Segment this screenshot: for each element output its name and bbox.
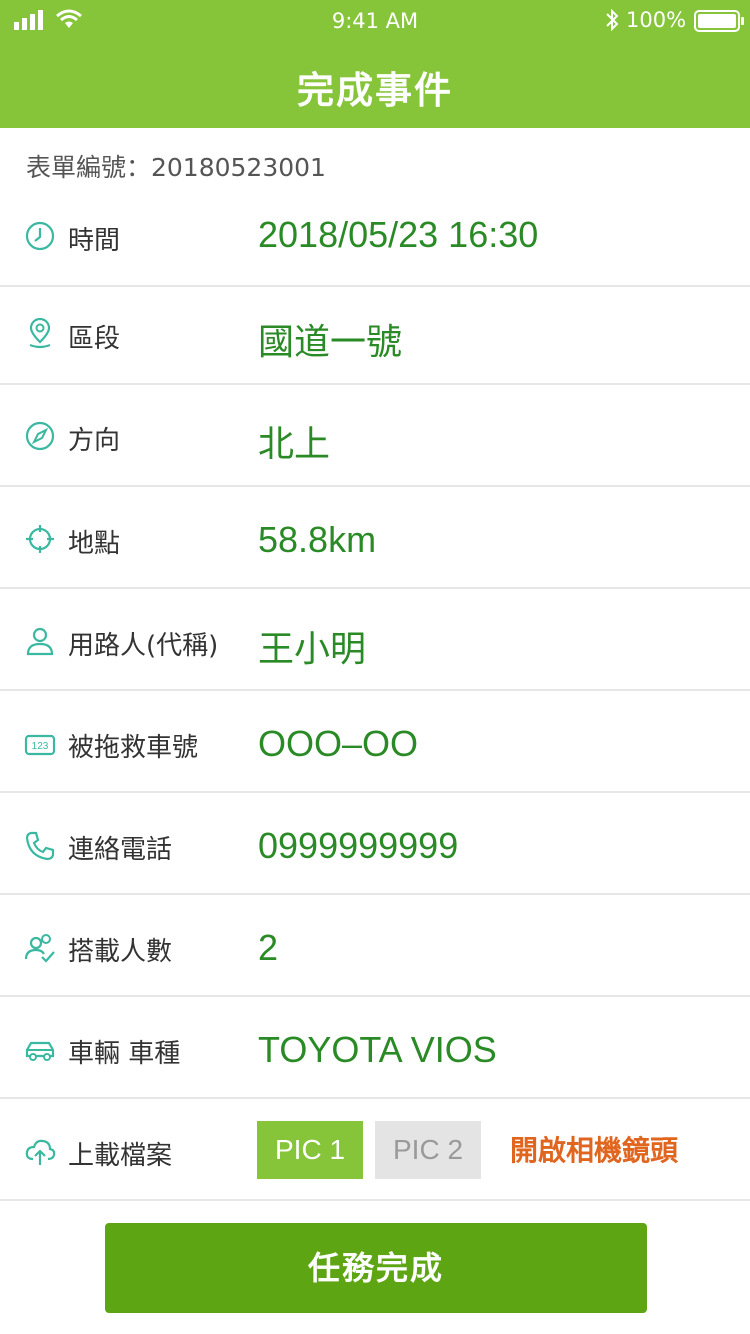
location-pin-icon bbox=[29, 318, 51, 349]
row-label: 搭載人數 bbox=[68, 937, 173, 967]
row-towed-plate[interactable]: 123 被拖救車號 OOO–OO bbox=[0, 691, 750, 793]
battery-percent: 100% bbox=[626, 8, 687, 32]
row-value: TOYOTA VIOS bbox=[258, 1029, 497, 1070]
row-label: 連絡電話 bbox=[68, 835, 173, 865]
plate-123-icon: 123 bbox=[24, 734, 56, 756]
row-label: 用路人(代稱) bbox=[68, 631, 219, 661]
row-label: 車輛 車種 bbox=[68, 1039, 181, 1069]
page-title: 完成事件 bbox=[297, 69, 453, 112]
row-value: 0999999999 bbox=[258, 825, 459, 866]
row-time[interactable]: 時間 2018/05/23 16:30 bbox=[0, 188, 750, 287]
row-label: 上載檔案 bbox=[68, 1141, 173, 1171]
pic1-button[interactable]: PIC 1 bbox=[257, 1121, 363, 1179]
status-bar: 9:41 AM 100% bbox=[0, 0, 750, 40]
row-passengers[interactable]: 搭載人數 2 bbox=[0, 895, 750, 997]
car-icon bbox=[25, 1041, 55, 1061]
battery-icon bbox=[694, 10, 744, 32]
form-number: 表單編號：20180523001 bbox=[26, 153, 326, 182]
row-label: 方向 bbox=[68, 426, 121, 456]
row-vehicle-type[interactable]: 車輛 車種 TOYOTA VIOS bbox=[0, 997, 750, 1099]
row-label: 區段 bbox=[68, 324, 121, 354]
row-value: 王小明 bbox=[258, 628, 367, 669]
row-label: 地點 bbox=[68, 529, 121, 559]
row-value: 58.8km bbox=[258, 519, 377, 560]
svg-text:123: 123 bbox=[32, 741, 49, 752]
clock-icon bbox=[25, 221, 55, 251]
row-label: 被拖救車號 bbox=[68, 733, 199, 763]
user-icon bbox=[26, 627, 54, 656]
cloud-upload-icon bbox=[25, 1139, 56, 1165]
row-label: 時間 bbox=[68, 226, 121, 256]
row-value: 北上 bbox=[258, 423, 331, 464]
pic2-button[interactable]: PIC 2 bbox=[375, 1121, 481, 1179]
compass-icon bbox=[25, 421, 55, 451]
row-direction[interactable]: 方向 北上 bbox=[0, 385, 750, 487]
row-value: 國道一號 bbox=[258, 321, 403, 362]
crosshair-icon bbox=[26, 525, 54, 553]
row-phone[interactable]: 連絡電話 0999999999 bbox=[0, 793, 750, 895]
row-location[interactable]: 地點 58.8km bbox=[0, 487, 750, 589]
header-bar: 9:41 AM 100% 完成事件 bbox=[0, 0, 750, 128]
task-complete-button[interactable]: 任務完成 bbox=[105, 1223, 647, 1313]
people-icon bbox=[24, 934, 55, 963]
phone-icon bbox=[25, 831, 55, 861]
row-section[interactable]: 區段 國道一號 bbox=[0, 287, 750, 385]
bluetooth-icon bbox=[606, 8, 619, 32]
row-value: 2 bbox=[258, 927, 279, 968]
row-value: OOO–OO bbox=[258, 723, 419, 764]
row-value: 2018/05/23 16:30 bbox=[258, 214, 539, 255]
open-camera-link[interactable]: 開啟相機鏡頭 bbox=[510, 1129, 678, 1169]
row-road-user[interactable]: 用路人(代稱) 王小明 bbox=[0, 589, 750, 691]
